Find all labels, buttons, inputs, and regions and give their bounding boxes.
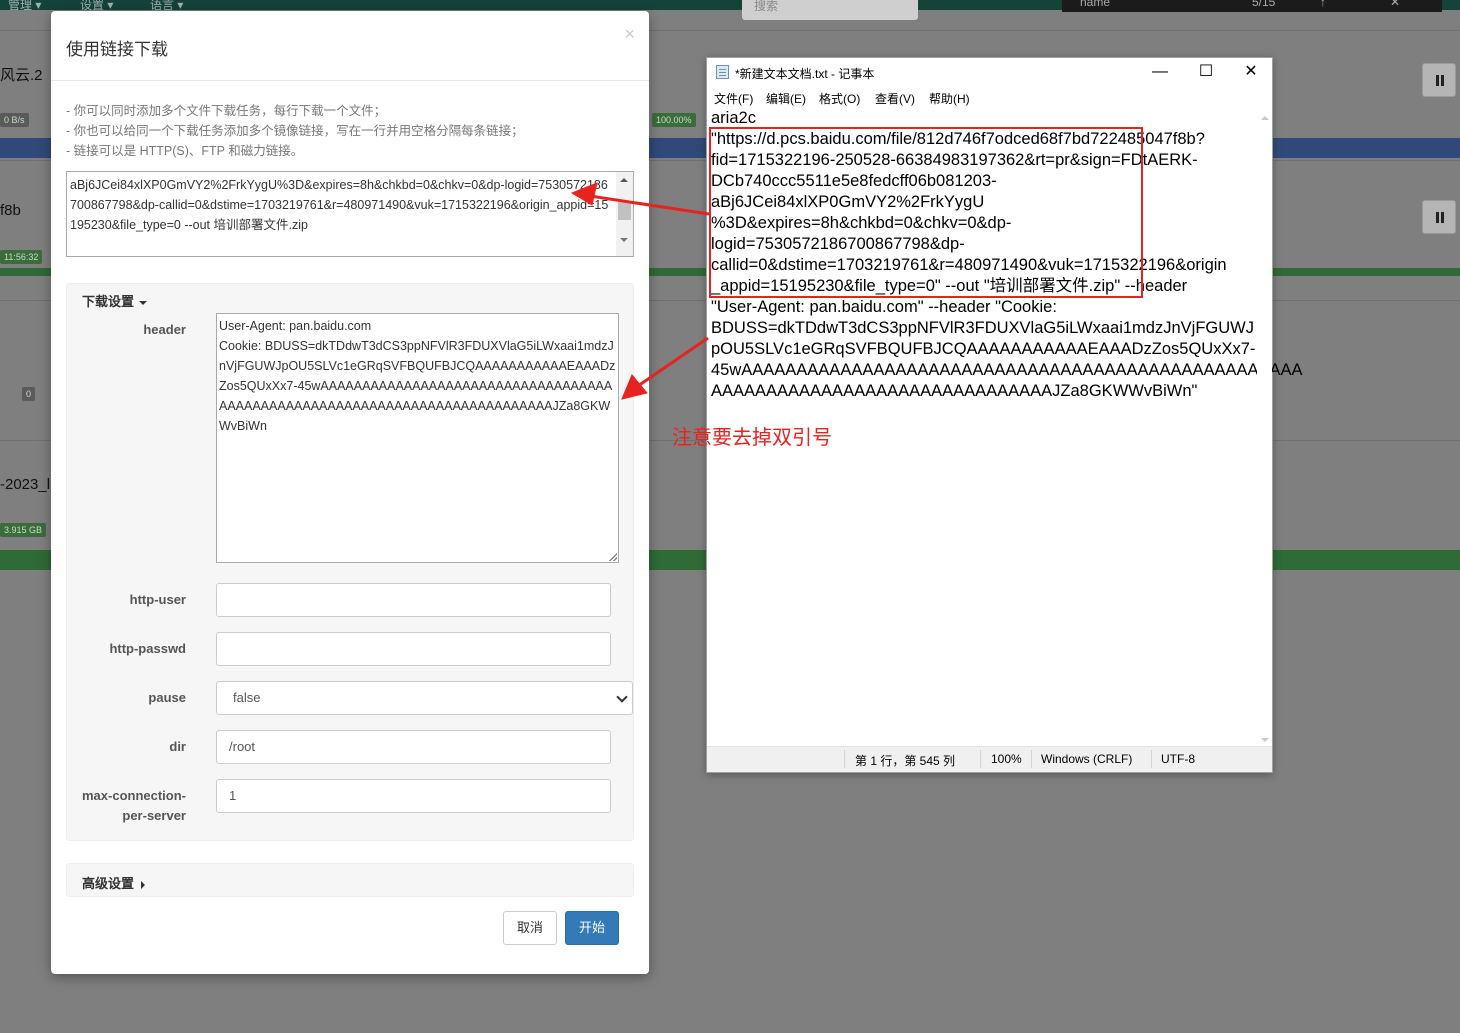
annotation-note: 注意要去掉双引号 — [672, 427, 832, 449]
annotation-arrows — [570, 182, 710, 400]
arrow-to-urls — [570, 182, 710, 216]
arrow-head — [570, 182, 598, 206]
arrow-to-header — [621, 336, 709, 400]
arrow-line — [634, 336, 709, 390]
arrow-line — [589, 194, 710, 216]
arrow-head — [621, 374, 648, 400]
